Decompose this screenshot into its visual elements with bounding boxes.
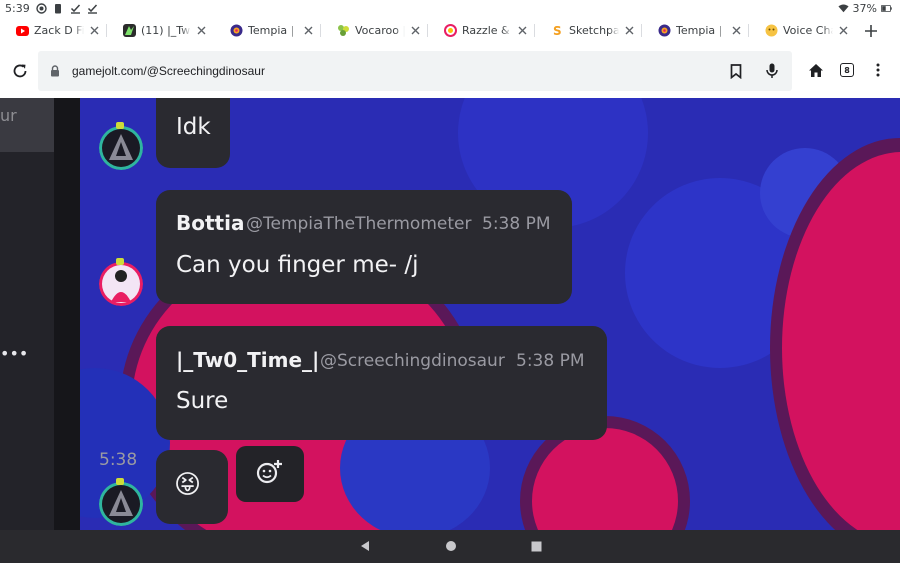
crown-icon [116, 478, 124, 485]
download-done-icon [87, 3, 98, 14]
reload-icon[interactable] [1, 52, 39, 90]
tempia-icon [658, 24, 671, 37]
sidebar-divider [54, 98, 80, 530]
close-tab-icon[interactable] [301, 24, 315, 38]
battery-percentage: 37% [852, 2, 877, 15]
tab-voice-changer[interactable]: Voice Changer [749, 17, 856, 44]
more-options-icon[interactable]: ••• [0, 344, 28, 363]
close-tab-icon[interactable] [622, 24, 636, 38]
message-bubble[interactable]: Idk [156, 98, 230, 168]
youtube-icon [16, 24, 29, 37]
back-icon[interactable] [359, 537, 371, 556]
vocaroo-icon [337, 24, 350, 37]
wifi-icon [837, 3, 849, 14]
microphone-icon[interactable] [762, 61, 782, 81]
tab-title: Razzle & Dazzle [462, 24, 512, 37]
more-menu-icon[interactable] [868, 60, 888, 80]
message-timestamp: 5:38 PM [516, 351, 585, 371]
tab-title: (11) |_Tw0_Time_| [141, 24, 191, 37]
lock-icon[interactable] [50, 65, 62, 77]
avatar[interactable] [99, 126, 143, 170]
gamejolt-icon [123, 24, 136, 37]
message-bubble[interactable]: Bottia @TempiaTheThermometer 5:38 PM Can… [156, 190, 572, 304]
home-icon[interactable] [806, 60, 826, 80]
message-text: Can you finger me- /j [176, 252, 419, 278]
avatar[interactable] [99, 482, 143, 526]
tab-switcher-button[interactable]: 8 [840, 63, 854, 77]
svg-text:S: S [553, 24, 562, 37]
tab-gamejolt-active[interactable]: (11) |_Tw0_Time_| [107, 17, 214, 44]
voice-changer-icon [765, 24, 778, 37]
tab-zack-d-films[interactable]: Zack D Films [0, 17, 107, 44]
close-tab-icon[interactable] [836, 24, 850, 38]
message-bubble[interactable]: |_Tw0_Time_| @Screechingdinosaur 5:38 PM… [156, 326, 607, 440]
chat-sidebar: ur ••• [0, 98, 54, 530]
tab-sketchpad[interactable]: S Sketchpad - Draw [535, 17, 642, 44]
new-tab-icon[interactable] [860, 20, 882, 42]
battery-saver-icon [53, 3, 64, 14]
close-tab-icon[interactable] [515, 24, 529, 38]
tab-title: Voice Changer [783, 24, 833, 37]
message-handle[interactable]: @Screechingdinosaur [320, 351, 505, 371]
message-bubble[interactable]: 😝 [156, 450, 228, 524]
address-bar[interactable]: gamejolt.com/@Screechingdinosaur [38, 51, 792, 91]
tab-title: Vocaroo | Online [355, 24, 405, 37]
tab-title: Zack D Films [34, 24, 84, 37]
tab-strip: Zack D Films (11) |_Tw0_Time_| Tempia | … [0, 17, 900, 44]
crown-icon [116, 122, 124, 129]
message-handle[interactable]: @TempiaTheThermometer [246, 214, 471, 234]
add-reaction-button[interactable] [236, 446, 304, 502]
tab-title: Tempia | Dance [676, 24, 726, 37]
browser-toolbar: gamejolt.com/@Screechingdinosaur 8 [0, 44, 900, 98]
message-side-timestamp: 5:38 [99, 450, 138, 470]
message-text: Sure [176, 388, 229, 414]
tab-title: Sketchpad - Draw [569, 24, 619, 37]
message-author[interactable]: |_Tw0_Time_| [176, 348, 319, 372]
message-timestamp: 5:38 PM [482, 214, 551, 234]
record-icon [36, 3, 47, 14]
battery-icon [881, 3, 892, 14]
avatar[interactable] [99, 262, 143, 306]
tab-tempia-dance-2[interactable]: Tempia | Dance [642, 17, 749, 44]
recents-icon[interactable] [531, 537, 542, 556]
tab-razzle-dazzle[interactable]: Razzle & Dazzle [428, 17, 535, 44]
add-reaction-icon [256, 458, 284, 490]
sidebar-room-label: ur [0, 106, 17, 125]
message-emoji: 😝 [174, 470, 202, 500]
close-tab-icon[interactable] [87, 24, 101, 38]
tab-vocaroo[interactable]: Vocaroo | Online [321, 17, 428, 44]
close-tab-icon[interactable] [408, 24, 422, 38]
message-author[interactable]: Bottia [176, 211, 244, 235]
home-nav-icon[interactable] [445, 537, 457, 556]
status-bar: 5:39 37% [0, 0, 900, 17]
sidebar-room-item[interactable]: ur [0, 98, 54, 152]
crown-icon [116, 258, 124, 265]
close-tab-icon[interactable] [194, 24, 208, 38]
razzle-icon [444, 24, 457, 37]
tempia-icon [230, 24, 243, 37]
tab-tempia-dance[interactable]: Tempia | Dance [214, 17, 321, 44]
bookmark-icon[interactable] [726, 61, 746, 81]
sketchpad-icon: S [551, 24, 564, 37]
clock: 5:39 [5, 2, 30, 15]
close-tab-icon[interactable] [729, 24, 743, 38]
system-nav-bar [0, 530, 900, 563]
url-text[interactable]: gamejolt.com/@Screechingdinosaur [72, 64, 265, 78]
message-text: Idk [176, 114, 211, 140]
chat-page: ur ••• Idk Bottia @TempiaTheThermometer … [0, 98, 900, 530]
tab-title: Tempia | Dance [248, 24, 298, 37]
download-done-icon [70, 3, 81, 14]
